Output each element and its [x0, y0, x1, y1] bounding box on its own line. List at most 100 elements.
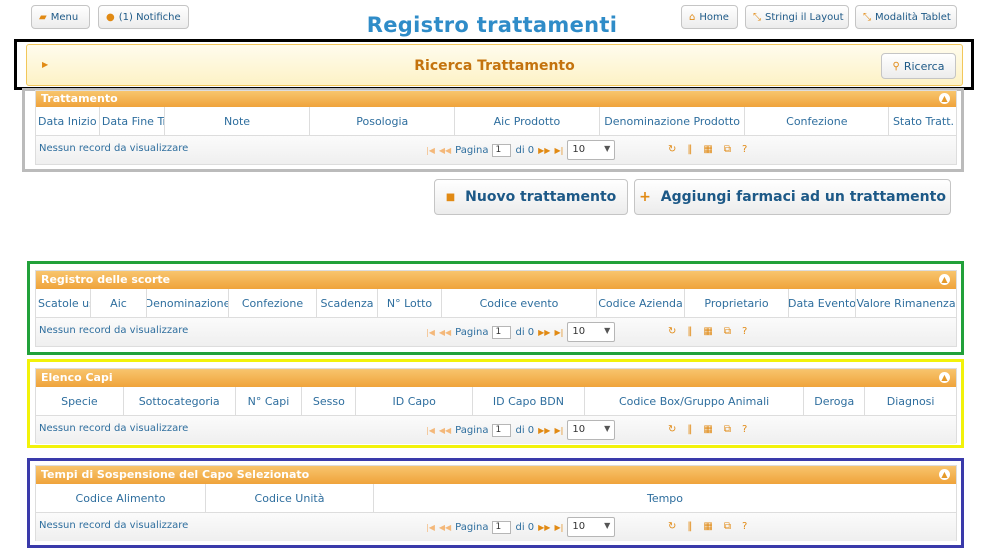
next-page-icon[interactable]: ▶▶: [538, 523, 550, 532]
column-header[interactable]: Codice Unità: [206, 484, 374, 512]
column-chooser-icon[interactable]: ‖: [687, 144, 692, 155]
page-input[interactable]: 1: [492, 143, 512, 157]
column-chooser-icon[interactable]: ‖: [687, 424, 692, 435]
column-header[interactable]: Confezione: [745, 107, 890, 135]
export-icon[interactable]: ▦: [703, 326, 712, 337]
search-panel: ▶ Ricerca Trattamento ⚲ Ricerca: [26, 44, 963, 86]
column-header[interactable]: Codice Alimento: [36, 484, 206, 512]
scorte-grid: Registro delle scorte ▲ Scatole usate Ai…: [35, 270, 957, 347]
next-page-icon[interactable]: ▶▶: [538, 328, 550, 337]
column-header[interactable]: Note: [165, 107, 311, 135]
collapse-icon[interactable]: ▲: [939, 372, 950, 383]
export-icon[interactable]: ▦: [703, 144, 712, 155]
column-header[interactable]: Denominazione Prodotto: [600, 107, 746, 135]
copy-icon[interactable]: ⧉: [724, 424, 731, 435]
aggiungi-farmaci-button[interactable]: + Aggiungi farmaci ad un trattamento: [634, 179, 951, 215]
column-chooser-icon[interactable]: ‖: [687, 326, 692, 337]
help-icon[interactable]: ?: [742, 144, 747, 155]
copy-icon[interactable]: ⧉: [724, 326, 731, 337]
export-icon[interactable]: ▦: [703, 521, 712, 532]
ricerca-button[interactable]: ⚲ Ricerca: [881, 53, 956, 79]
column-header[interactable]: Codice Azienda: [597, 289, 685, 317]
copy-icon[interactable]: ⧉: [724, 144, 731, 155]
home-button[interactable]: ⌂ Home: [681, 5, 738, 29]
last-page-icon[interactable]: ▶|: [554, 328, 563, 337]
column-header[interactable]: Valore Rimanenza: [856, 289, 956, 317]
prev-page-icon[interactable]: ◀◀: [439, 426, 451, 435]
prev-page-icon[interactable]: ◀◀: [439, 328, 451, 337]
page-of-label: di 0: [515, 424, 535, 436]
column-header[interactable]: Tempo: [374, 484, 956, 512]
column-header[interactable]: Scadenza: [317, 289, 378, 317]
page-size-select[interactable]: 10 ▼: [567, 517, 616, 537]
column-header[interactable]: Proprietario: [685, 289, 789, 317]
modalita-tablet-button[interactable]: ⤡ Modalità Tablet: [855, 5, 957, 29]
page-size-select[interactable]: 10 ▼: [567, 420, 616, 440]
column-header[interactable]: Specie: [36, 387, 124, 415]
last-page-icon[interactable]: ▶|: [554, 146, 563, 155]
column-header[interactable]: Codice evento: [442, 289, 597, 317]
page-input[interactable]: 1: [492, 423, 512, 437]
nuovo-trattamento-button[interactable]: ■ Nuovo trattamento: [434, 179, 628, 215]
page-size-select[interactable]: 10 ▼: [567, 322, 616, 342]
stringi-layout-button[interactable]: ⤡ Stringi il Layout: [745, 5, 849, 29]
column-header[interactable]: Data Evento: [789, 289, 856, 317]
column-header[interactable]: Deroga: [804, 387, 866, 415]
refresh-icon[interactable]: ↻: [668, 144, 676, 155]
scorte-header: Registro delle scorte ▲: [36, 271, 956, 289]
last-page-icon[interactable]: ▶|: [554, 523, 563, 532]
column-header[interactable]: Diagnosi: [865, 387, 956, 415]
prev-page-icon[interactable]: ◀◀: [439, 146, 451, 155]
page-label: Pagina: [455, 144, 489, 156]
column-header[interactable]: Sottocategoria: [124, 387, 236, 415]
column-header[interactable]: Confezione: [229, 289, 317, 317]
column-header[interactable]: Posologia: [310, 107, 456, 135]
help-icon[interactable]: ?: [742, 326, 747, 337]
column-header[interactable]: N° Capi: [236, 387, 303, 415]
page-label: Pagina: [455, 521, 489, 533]
collapse-icon[interactable]: ▲: [939, 469, 950, 480]
next-page-icon[interactable]: ▶▶: [538, 426, 550, 435]
column-header[interactable]: Data Inizio Tratt.: [36, 107, 100, 135]
column-header[interactable]: Sesso: [302, 387, 357, 415]
column-header[interactable]: Aic: [91, 289, 147, 317]
refresh-icon[interactable]: ↻: [668, 521, 676, 532]
copy-icon[interactable]: ⧉: [724, 521, 731, 532]
stringi-label: Stringi il Layout: [765, 11, 844, 23]
page-input[interactable]: 1: [492, 520, 512, 534]
refresh-icon[interactable]: ↻: [668, 424, 676, 435]
column-header[interactable]: Scatole usate: [36, 289, 91, 317]
chevron-down-icon: ▼: [604, 326, 611, 335]
column-header[interactable]: Denominazione: [147, 289, 229, 317]
column-header[interactable]: N° Lotto: [378, 289, 442, 317]
column-header[interactable]: ID Capo BDN: [473, 387, 585, 415]
help-icon[interactable]: ?: [742, 424, 747, 435]
first-page-icon[interactable]: |◀: [426, 426, 435, 435]
next-page-icon[interactable]: ▶▶: [538, 146, 550, 155]
home-label: Home: [699, 11, 729, 23]
collapse-icon[interactable]: ▲: [939, 274, 950, 285]
grid-pager: Nessun record da visualizzare |◀ ◀◀ Pagi…: [36, 416, 956, 444]
help-icon[interactable]: ?: [742, 521, 747, 532]
first-page-icon[interactable]: |◀: [426, 523, 435, 532]
export-icon[interactable]: ▦: [703, 424, 712, 435]
empty-message: Nessun record da visualizzare: [39, 143, 189, 154]
last-page-icon[interactable]: ▶|: [554, 426, 563, 435]
ricerca-label: Ricerca: [903, 59, 945, 73]
prev-page-icon[interactable]: ◀◀: [439, 523, 451, 532]
sospensione-title: Tempi di Sospensione del Capo Selezionat…: [41, 468, 310, 481]
trattamento-columns: Data Inizio Tratt. Data Fine Tratt. Note…: [36, 107, 956, 136]
collapse-icon[interactable]: ▲: [939, 93, 950, 104]
page-input[interactable]: 1: [492, 325, 512, 339]
column-header[interactable]: Stato Tratt.: [889, 107, 956, 135]
column-header[interactable]: Codice Box/Gruppo Animali: [585, 387, 805, 415]
column-chooser-icon[interactable]: ‖: [687, 521, 692, 532]
column-header[interactable]: ID Capo: [356, 387, 474, 415]
first-page-icon[interactable]: |◀: [426, 328, 435, 337]
refresh-icon[interactable]: ↻: [668, 326, 676, 337]
first-page-icon[interactable]: |◀: [426, 146, 435, 155]
page-size-select[interactable]: 10 ▼: [567, 140, 616, 160]
sospensione-header: Tempi di Sospensione del Capo Selezionat…: [36, 466, 956, 484]
column-header[interactable]: Aic Prodotto: [455, 107, 600, 135]
column-header[interactable]: Data Fine Tratt.: [100, 107, 165, 135]
